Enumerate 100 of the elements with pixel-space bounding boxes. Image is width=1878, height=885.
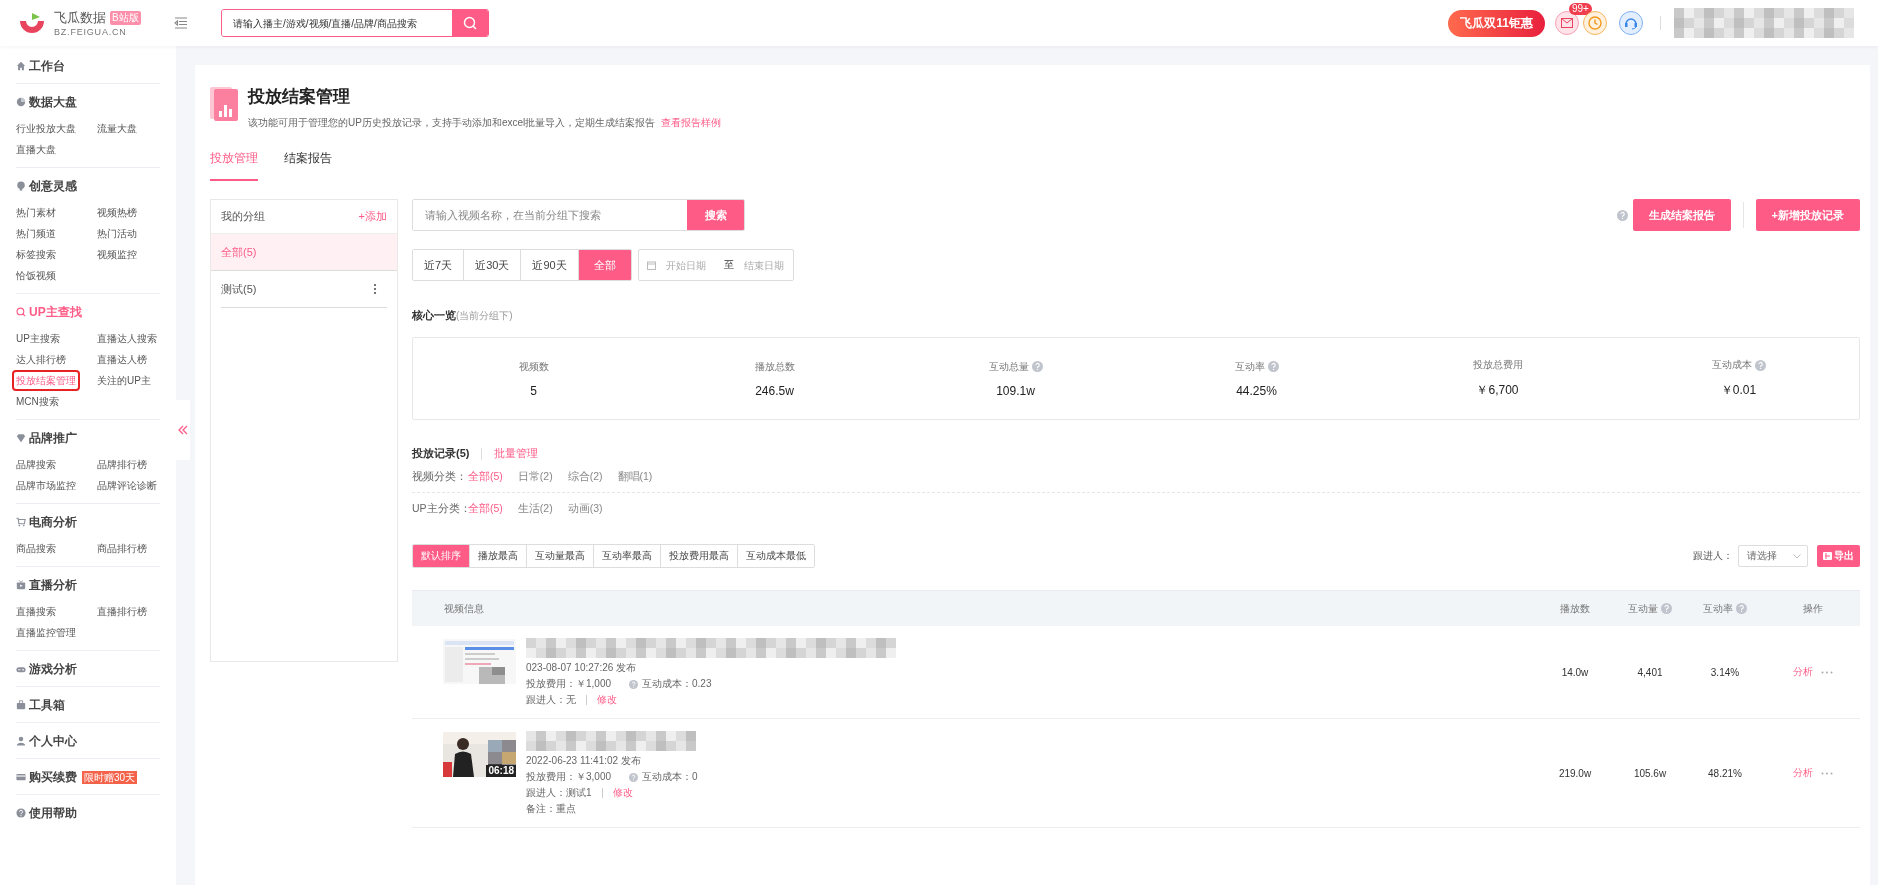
search-button[interactable] (452, 10, 488, 36)
column-header: 互动量 (1628, 601, 1658, 616)
sidebar-item[interactable]: 直播搜索 (14, 601, 58, 622)
section-title: 核心一览(当前分组下) (412, 308, 514, 323)
metric-value: ￥6,700 (1476, 382, 1519, 399)
help-icon[interactable] (629, 772, 639, 782)
sidebar-item[interactable]: 商品搜索 (14, 538, 58, 559)
promo-badge: 限时赠30天 (82, 770, 138, 784)
metric-label: 互动成本 (1711, 358, 1752, 372)
sidebar-item[interactable]: 直播监控管理 (14, 622, 78, 643)
help-icon (16, 808, 26, 818)
sidebar-item[interactable]: 标签搜索 (14, 244, 58, 265)
column-header: 视频信息 (444, 601, 484, 616)
help-icon[interactable] (1661, 603, 1672, 614)
sidebar-item[interactable]: 直播达人榜 (95, 349, 149, 370)
export-icon (1823, 552, 1832, 560)
sidebar-item[interactable]: UP主搜索 (14, 328, 62, 349)
sidebar-item[interactable]: 商品排行榜 (95, 538, 149, 559)
sidebar-item[interactable]: 行业投放大盘 (14, 118, 78, 139)
column-header: 互动率 (1703, 601, 1733, 616)
metric-label: 视频数 (518, 359, 549, 374)
logo-domain: BZ.FEIGUA.CN (54, 27, 128, 37)
sidebar-item[interactable]: 品牌市场监控 (14, 475, 78, 496)
follower-label: 跟进人： (1693, 549, 1733, 563)
logo-name: 飞瓜数据 (54, 9, 106, 27)
cost-rate-text: 互动成本：0 (642, 770, 698, 784)
cart-icon (16, 517, 26, 527)
sidebar-item[interactable]: MCN搜索 (14, 391, 61, 412)
sidebar-section[interactable]: 创意灵感 (16, 176, 160, 196)
sidebar-item[interactable]: 热门素材 (14, 202, 58, 223)
video-duration: 06:18 (486, 765, 516, 777)
sidebar-item[interactable]: 品牌搜索 (14, 454, 58, 475)
sidebar-item[interactable]: 视频监控 (95, 244, 139, 265)
sidebar-item[interactable]: 直播大盘 (14, 139, 58, 160)
sidebar-item[interactable]: 品牌评论诊断 (95, 475, 159, 496)
period-button[interactable]: 近7天 (413, 250, 465, 280)
sidebar-section[interactable]: 电商分析 (16, 512, 160, 532)
sidebar-section[interactable]: 工作台 (16, 56, 160, 76)
follower-select[interactable]: 请选择 (1738, 545, 1808, 567)
metric-value: ￥0.01 (1720, 382, 1757, 399)
sidebar-item[interactable]: 热门频道 (14, 223, 58, 244)
table-cell-text: 105.6w (1632, 767, 1668, 779)
sidebar-item[interactable]: 流量大盘 (95, 118, 139, 139)
group-item[interactable]: 测试(5) (221, 271, 387, 308)
sidebar-item[interactable]: 视频热榜 (95, 202, 139, 223)
promo-banner[interactable]: 飞瓜双11钜惠 (1448, 9, 1545, 37)
menu-icon[interactable] (174, 17, 188, 29)
filter-option[interactable]: 生活(2) (517, 502, 553, 516)
edition-badge: B站版 (110, 11, 141, 25)
help-icon[interactable] (629, 679, 639, 689)
table-cell-text: 48.21% (1707, 767, 1743, 779)
sidebar-section[interactable]: 品牌推广 (16, 428, 160, 448)
lightbulb-icon (16, 181, 26, 191)
search-icon (463, 16, 477, 30)
sidebar-section[interactable]: 购买续费 限时赠30天 (16, 767, 160, 787)
sidebar-item[interactable]: 关注的UP主 (95, 370, 153, 391)
more-icon[interactable] (1820, 670, 1833, 674)
sidebar-item[interactable]: 热门活动 (95, 223, 139, 244)
sidebar-section[interactable]: 直播分析 (16, 575, 160, 595)
search-field[interactable]: 请输入播主/游戏/视频/直播/品牌/商品搜索 (221, 9, 489, 37)
help-icon[interactable] (1754, 359, 1766, 371)
filter-option[interactable]: 日常(2) (517, 470, 553, 484)
metric-label: 播放总数 (754, 359, 795, 374)
help-icon[interactable] (1616, 209, 1628, 221)
more-icon[interactable] (1820, 771, 1833, 775)
collapse-handle[interactable] (176, 400, 190, 460)
more-icon[interactable] (373, 283, 377, 295)
follower-text: 跟进人：无 (526, 693, 576, 707)
home-icon (16, 61, 26, 71)
sidebar-section[interactable]: 使用帮助 (16, 803, 160, 823)
tab[interactable]: 结案报告 (284, 150, 332, 181)
collapse-icon (178, 425, 188, 435)
sidebar-item[interactable]: 达人排行榜 (14, 349, 68, 370)
clock-icon (1588, 16, 1602, 30)
logo-icon (18, 11, 46, 35)
sidebar-item[interactable]: 品牌排行榜 (95, 454, 149, 475)
sidebar-item[interactable]: 直播达人搜索 (95, 328, 159, 349)
support-button[interactable] (1619, 11, 1643, 35)
messages-button[interactable] (1555, 11, 1579, 35)
sidebar-section[interactable]: 工具箱 (16, 695, 160, 715)
history-button[interactable] (1583, 11, 1607, 35)
help-icon[interactable] (1267, 361, 1279, 372)
filter-option[interactable]: 动画(3) (567, 502, 603, 516)
sidebar-section[interactable]: 游戏分析 (16, 659, 160, 679)
help-icon[interactable] (1736, 603, 1747, 614)
help-icon[interactable] (1031, 361, 1043, 372)
metric-label: 互动总量 (988, 359, 1029, 374)
notification-badge: 99+ (1569, 3, 1592, 15)
chart-icon (210, 85, 240, 121)
sidebar-section[interactable]: 个人中心 (16, 731, 160, 751)
card-icon (16, 772, 26, 782)
metric-value: 5 (530, 383, 537, 398)
person-icon (16, 736, 26, 746)
publish-time: 2022-06-23 11:41:02 发布 (526, 754, 642, 768)
filter-option[interactable]: 翻唱(1) (617, 470, 653, 484)
sidebar-item[interactable]: 直播排行榜 (95, 601, 149, 622)
filter-option[interactable]: 综合(2) (567, 470, 603, 484)
sidebar-item[interactable]: 恰饭视频 (14, 265, 58, 286)
sidebar-section[interactable]: 数据大盘 (16, 92, 160, 112)
date-range-field[interactable]: 开始日期 至 结束日期 (637, 249, 794, 281)
